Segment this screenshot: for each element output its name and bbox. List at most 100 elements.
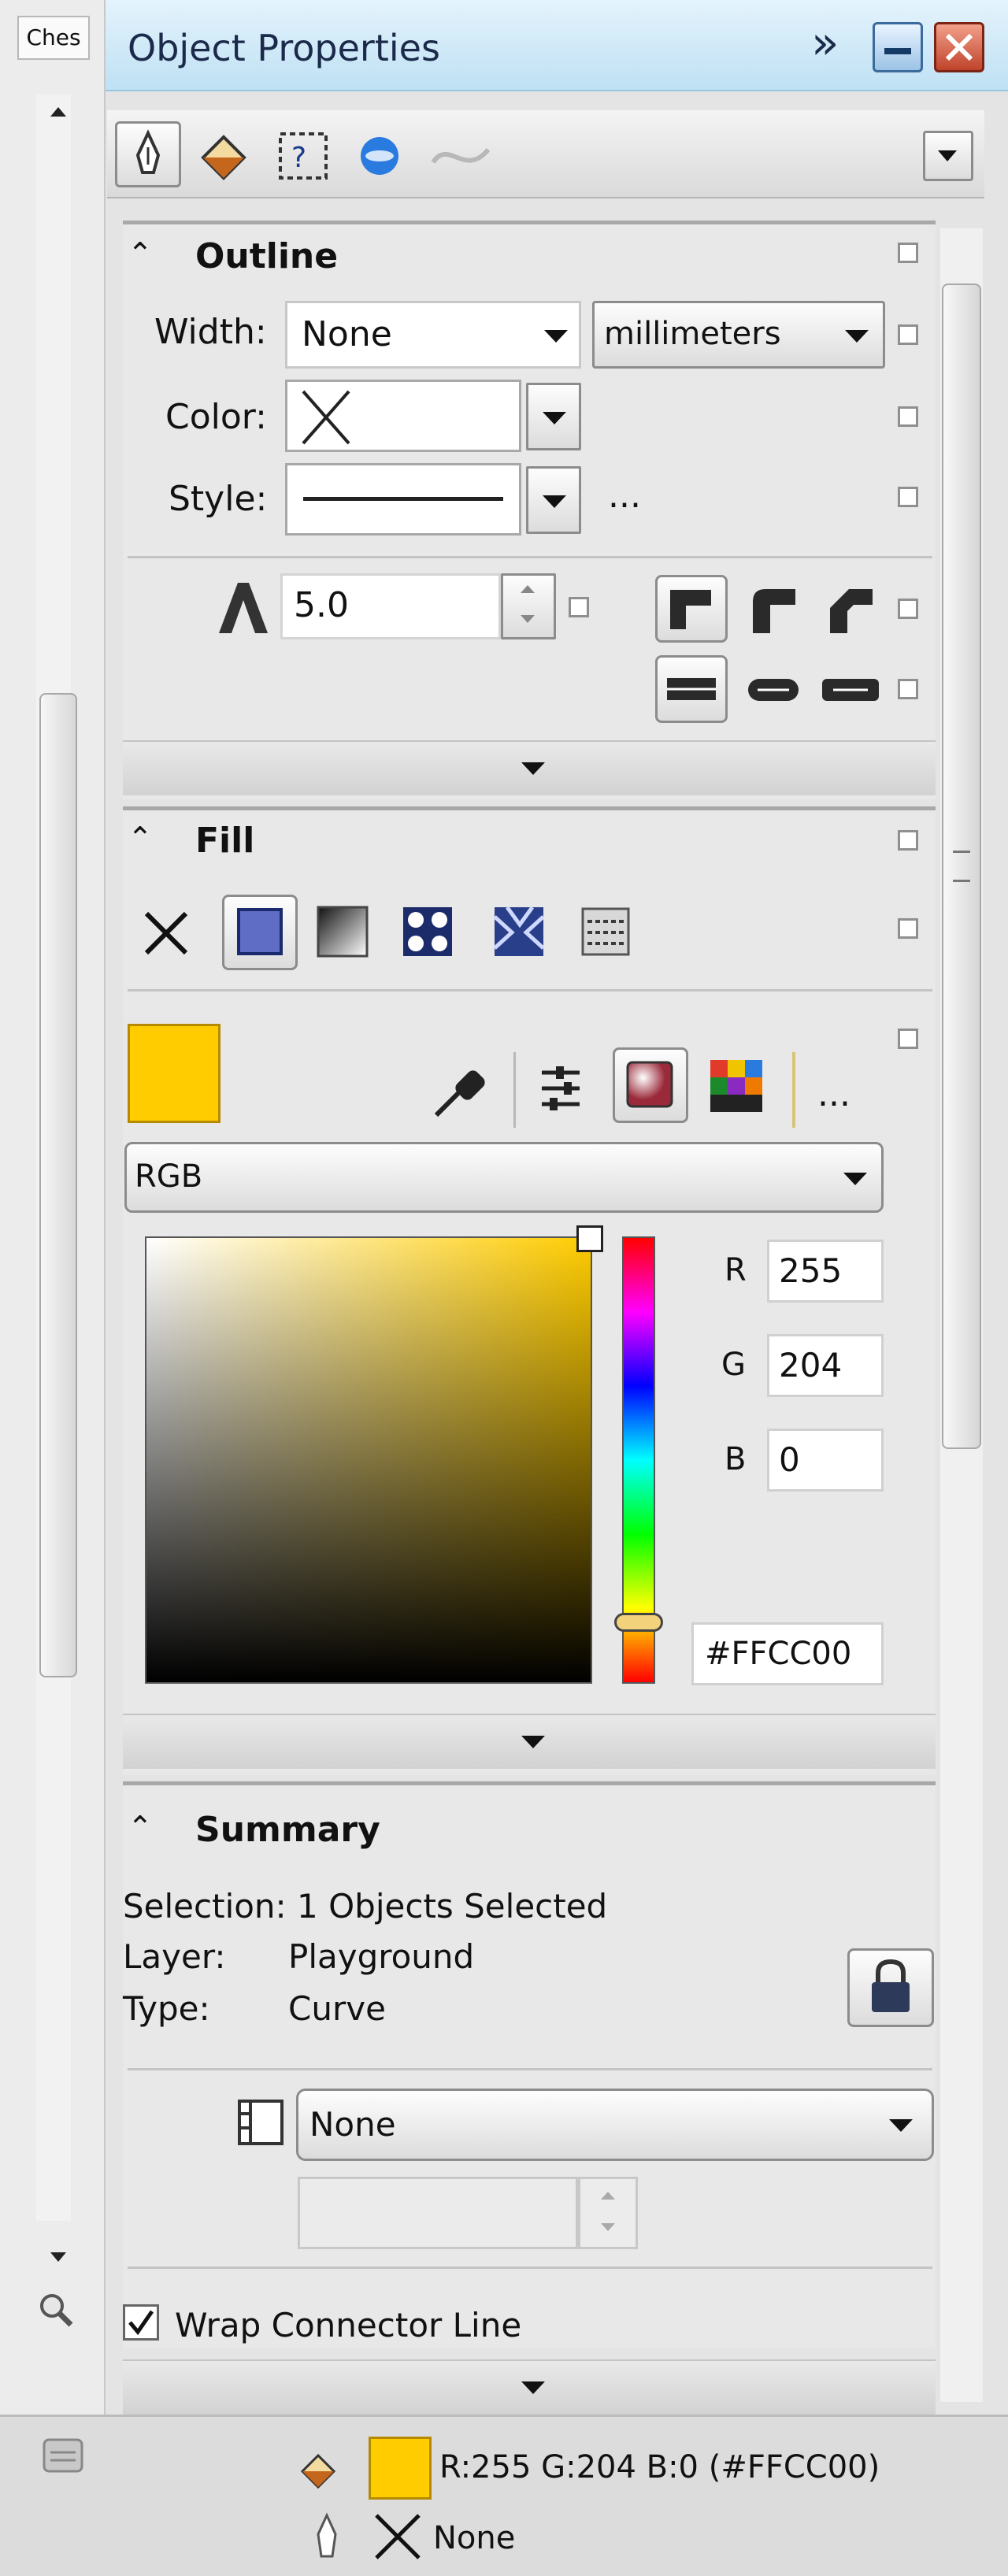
line-style-dropdown[interactable] bbox=[526, 466, 581, 534]
left-scroll-up-icon[interactable] bbox=[50, 107, 66, 117]
swatch-lock-toggle[interactable] bbox=[898, 1029, 918, 1049]
tab-text-frame[interactable]: ? bbox=[272, 124, 335, 187]
tab-curve[interactable] bbox=[425, 131, 496, 181]
tab-internet[interactable] bbox=[354, 131, 405, 181]
summary-section bbox=[123, 1781, 936, 2348]
miter-limit-value: 5.0 bbox=[294, 585, 349, 625]
fill-more-button[interactable]: ... bbox=[817, 1074, 850, 1114]
color-picker-handle[interactable] bbox=[576, 1225, 603, 1252]
text-frame-icon: ? bbox=[279, 132, 328, 180]
fill-status-swatch[interactable] bbox=[369, 2437, 432, 2500]
close-button[interactable] bbox=[934, 22, 984, 72]
postscript-fill-icon bbox=[581, 907, 630, 956]
expand-docker-button[interactable]: » bbox=[811, 20, 839, 65]
corner-lock-toggle[interactable] bbox=[898, 599, 918, 619]
type-value: Curve bbox=[288, 1989, 386, 2028]
miter-lock-toggle[interactable] bbox=[569, 597, 589, 617]
outline-color-picker[interactable] bbox=[285, 380, 521, 452]
tab-outline-pen[interactable] bbox=[115, 121, 181, 187]
corner-bevel-button[interactable] bbox=[821, 578, 880, 641]
color-viewer-button[interactable] bbox=[613, 1047, 688, 1123]
minimize-button[interactable] bbox=[873, 22, 923, 72]
color-palette-button[interactable] bbox=[706, 1055, 767, 1117]
docker-tab-label: Ches bbox=[26, 24, 81, 50]
style-lock-toggle[interactable] bbox=[898, 487, 918, 507]
fill-type-lock-toggle[interactable] bbox=[898, 918, 918, 939]
corner-round-button[interactable] bbox=[743, 578, 803, 641]
padlock-icon bbox=[872, 1959, 910, 2012]
zoom-icon[interactable] bbox=[36, 2290, 76, 2330]
fill-section-title: Fill bbox=[195, 821, 255, 861]
g-field[interactable]: 204 bbox=[767, 1334, 884, 1397]
units-select[interactable]: millimeters bbox=[592, 301, 885, 369]
left-scroll-down-icon[interactable] bbox=[50, 2252, 66, 2262]
uniform-fill-icon bbox=[237, 908, 283, 955]
object-style-select[interactable]: None bbox=[296, 2089, 934, 2161]
miter-corner-icon bbox=[670, 590, 711, 629]
line-style-picker[interactable] bbox=[285, 463, 521, 536]
width-lock-toggle[interactable] bbox=[898, 324, 918, 345]
color-lock-toggle[interactable] bbox=[898, 406, 918, 427]
fill-lock-toggle[interactable] bbox=[898, 830, 918, 851]
miter-limit-icon bbox=[219, 583, 268, 633]
tool-divider-2 bbox=[792, 1052, 795, 1128]
corner-miter-button[interactable] bbox=[655, 575, 728, 643]
fill-expand-bar[interactable] bbox=[123, 1714, 936, 1769]
panel-menu-button[interactable] bbox=[923, 131, 973, 181]
outline-color-dropdown-icon bbox=[543, 412, 566, 424]
b-value: 0 bbox=[779, 1440, 800, 1479]
fountain-fill-button[interactable] bbox=[312, 901, 373, 962]
no-fill-icon[interactable] bbox=[139, 906, 194, 961]
cap-butt-button[interactable] bbox=[655, 655, 728, 723]
outline-none-x-icon bbox=[375, 2514, 421, 2559]
width-combo[interactable]: None bbox=[285, 301, 581, 369]
outline-divider bbox=[128, 556, 932, 558]
summary-expand-bar[interactable] bbox=[123, 2359, 936, 2415]
units-dropdown-icon bbox=[845, 330, 869, 343]
summary-collapse-icon[interactable]: ⌃ bbox=[128, 1811, 153, 1843]
color-model-select[interactable]: RGB bbox=[124, 1142, 884, 1213]
document-info-icon bbox=[43, 2438, 83, 2473]
cap-round-button[interactable] bbox=[743, 660, 803, 720]
miter-limit-field[interactable]: 5.0 bbox=[280, 573, 501, 639]
hex-field[interactable]: #FFCC00 bbox=[691, 1622, 884, 1685]
panel-title: Object Properties bbox=[128, 27, 440, 69]
width-label: Width: bbox=[154, 312, 267, 352]
saturation-value-picker[interactable] bbox=[145, 1236, 592, 1684]
fill-status-icon bbox=[300, 2453, 336, 2489]
fill-collapse-icon[interactable]: ⌃ bbox=[128, 822, 153, 854]
object-style-dropdown-icon bbox=[889, 2119, 913, 2132]
outline-color-dropdown[interactable] bbox=[526, 383, 581, 450]
pattern-fill-button[interactable] bbox=[397, 901, 458, 962]
lock-object-button[interactable] bbox=[847, 1948, 934, 2027]
outline-status-icon bbox=[317, 2512, 337, 2558]
outline-expand-bar[interactable] bbox=[123, 740, 936, 795]
docker-tab-stub[interactable]: Ches bbox=[17, 16, 90, 60]
tab-fill[interactable] bbox=[192, 124, 255, 187]
color-model-dropdown-icon bbox=[843, 1173, 867, 1185]
cap-square-button[interactable] bbox=[819, 660, 882, 720]
fill-color-swatch bbox=[128, 1024, 220, 1123]
r-field[interactable]: 255 bbox=[767, 1240, 884, 1303]
eyedropper-icon[interactable] bbox=[428, 1060, 491, 1123]
left-scroll-thumb[interactable] bbox=[39, 693, 77, 1677]
spin-down-icon bbox=[521, 615, 535, 623]
outline-lock-toggle[interactable] bbox=[898, 243, 918, 263]
summary-divider-2 bbox=[128, 2267, 932, 2269]
width-value: None bbox=[302, 314, 392, 354]
b-field[interactable]: 0 bbox=[767, 1429, 884, 1492]
postscript-fill-button[interactable] bbox=[575, 901, 636, 962]
outline-collapse-icon[interactable]: ⌃ bbox=[128, 238, 153, 269]
svg-text:?: ? bbox=[291, 142, 306, 174]
uniform-fill-button[interactable] bbox=[222, 895, 298, 970]
hue-slider-handle[interactable] bbox=[614, 1613, 663, 1632]
line-style-more-button[interactable]: ... bbox=[608, 476, 641, 516]
texture-fill-button[interactable] bbox=[488, 901, 550, 962]
cap-lock-toggle[interactable] bbox=[898, 679, 918, 699]
wrap-connector-checkbox[interactable] bbox=[123, 2304, 159, 2341]
color-options-icon[interactable] bbox=[536, 1060, 586, 1118]
disabled-value-field bbox=[298, 2177, 578, 2249]
object-style-icon bbox=[238, 2100, 284, 2145]
butt-cap-icon bbox=[667, 678, 716, 700]
miter-limit-spinner[interactable] bbox=[501, 573, 556, 639]
